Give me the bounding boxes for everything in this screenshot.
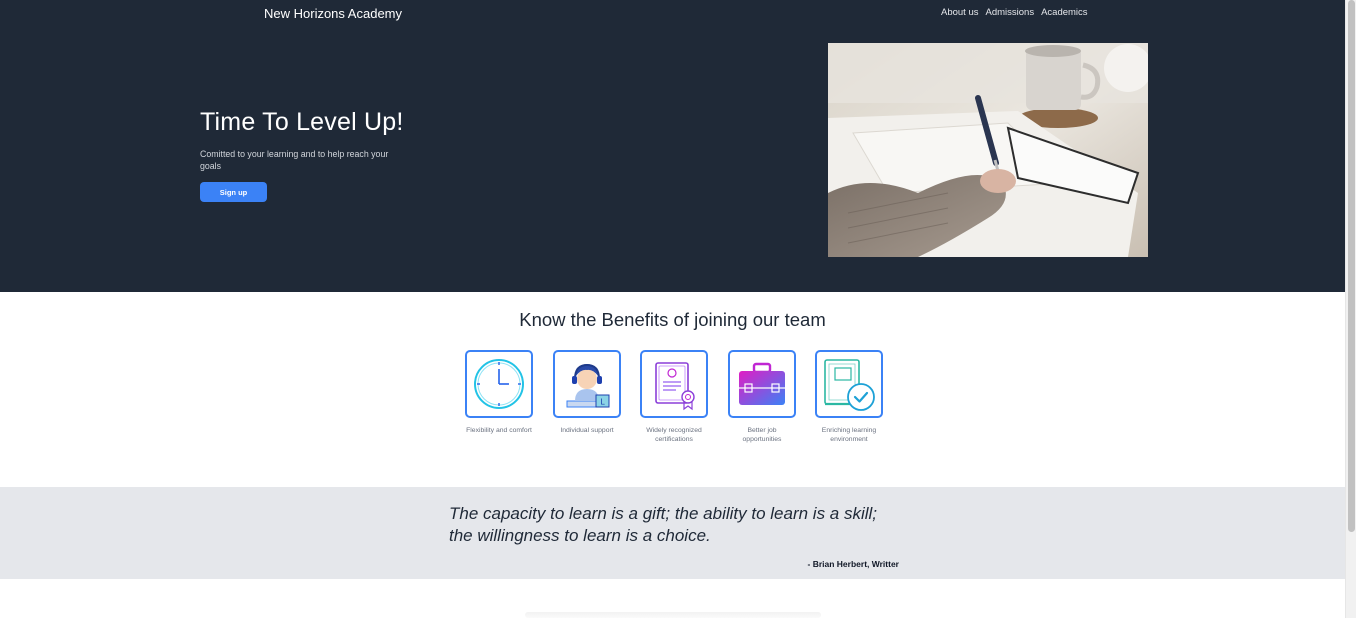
- landing-page: New Horizons Academy About us Admissions…: [0, 0, 1345, 618]
- benefit-icon-box: [640, 350, 708, 418]
- benefits-title: Know the Benefits of joining our team: [519, 309, 826, 330]
- benefit-label: Enriching learning environment: [821, 427, 877, 443]
- quote-author: - Brian Herbert, Writter: [807, 559, 899, 569]
- briefcase-icon: [739, 362, 785, 405]
- main-nav: About us Admissions Academics: [941, 7, 1088, 18]
- support-agent-icon: L: [566, 363, 610, 408]
- hero-section: New Horizons Academy About us Admissions…: [0, 0, 1345, 292]
- benefit-card[interactable]: Enriching learning environment: [815, 350, 883, 444]
- benefit-icon-box: [728, 350, 796, 418]
- benefits-grid: Flexibility and comfort L Individual sup…: [465, 350, 883, 450]
- nav-link-about[interactable]: About us: [941, 7, 979, 18]
- benefit-label: Individual support: [560, 427, 614, 434]
- scrollbar-thumb[interactable]: [1348, 0, 1355, 532]
- next-section-edge: [525, 612, 821, 618]
- signup-button[interactable]: Sign up: [200, 182, 267, 202]
- benefit-icon-box: L: [553, 350, 621, 418]
- hero-photo: [828, 43, 1148, 257]
- certificate-icon: [655, 362, 695, 411]
- benefit-card[interactable]: Flexibility and comfort: [465, 350, 533, 435]
- nav-link-academics[interactable]: Academics: [1041, 7, 1087, 18]
- benefit-icon-box: [465, 350, 533, 418]
- nav-link-admissions[interactable]: Admissions: [986, 7, 1035, 18]
- benefit-icon-box: [815, 350, 883, 418]
- benefit-label: Widely recognized certifications: [646, 427, 702, 443]
- benefit-label: Flexibility and comfort: [466, 427, 532, 434]
- benefit-card[interactable]: L Individual support: [553, 350, 621, 435]
- hero-title: Time To Level Up!: [200, 108, 404, 136]
- quote-section: The capacity to learn is a gift; the abi…: [0, 487, 1345, 579]
- vertical-scrollbar[interactable]: [1345, 0, 1356, 618]
- benefit-card[interactable]: Better job opportunities: [728, 350, 796, 444]
- site-brand[interactable]: New Horizons Academy: [264, 6, 402, 21]
- clock-icon: [474, 359, 524, 409]
- book-check-icon: [824, 359, 875, 411]
- benefit-label: Better job opportunities: [742, 427, 782, 443]
- hero-subtitle: Comitted to your learning and to help re…: [200, 149, 389, 171]
- benefit-card[interactable]: Widely recognized certifications: [640, 350, 708, 444]
- svg-text:L: L: [600, 398, 605, 407]
- quote-text: The capacity to learn is a gift; the abi…: [449, 504, 878, 545]
